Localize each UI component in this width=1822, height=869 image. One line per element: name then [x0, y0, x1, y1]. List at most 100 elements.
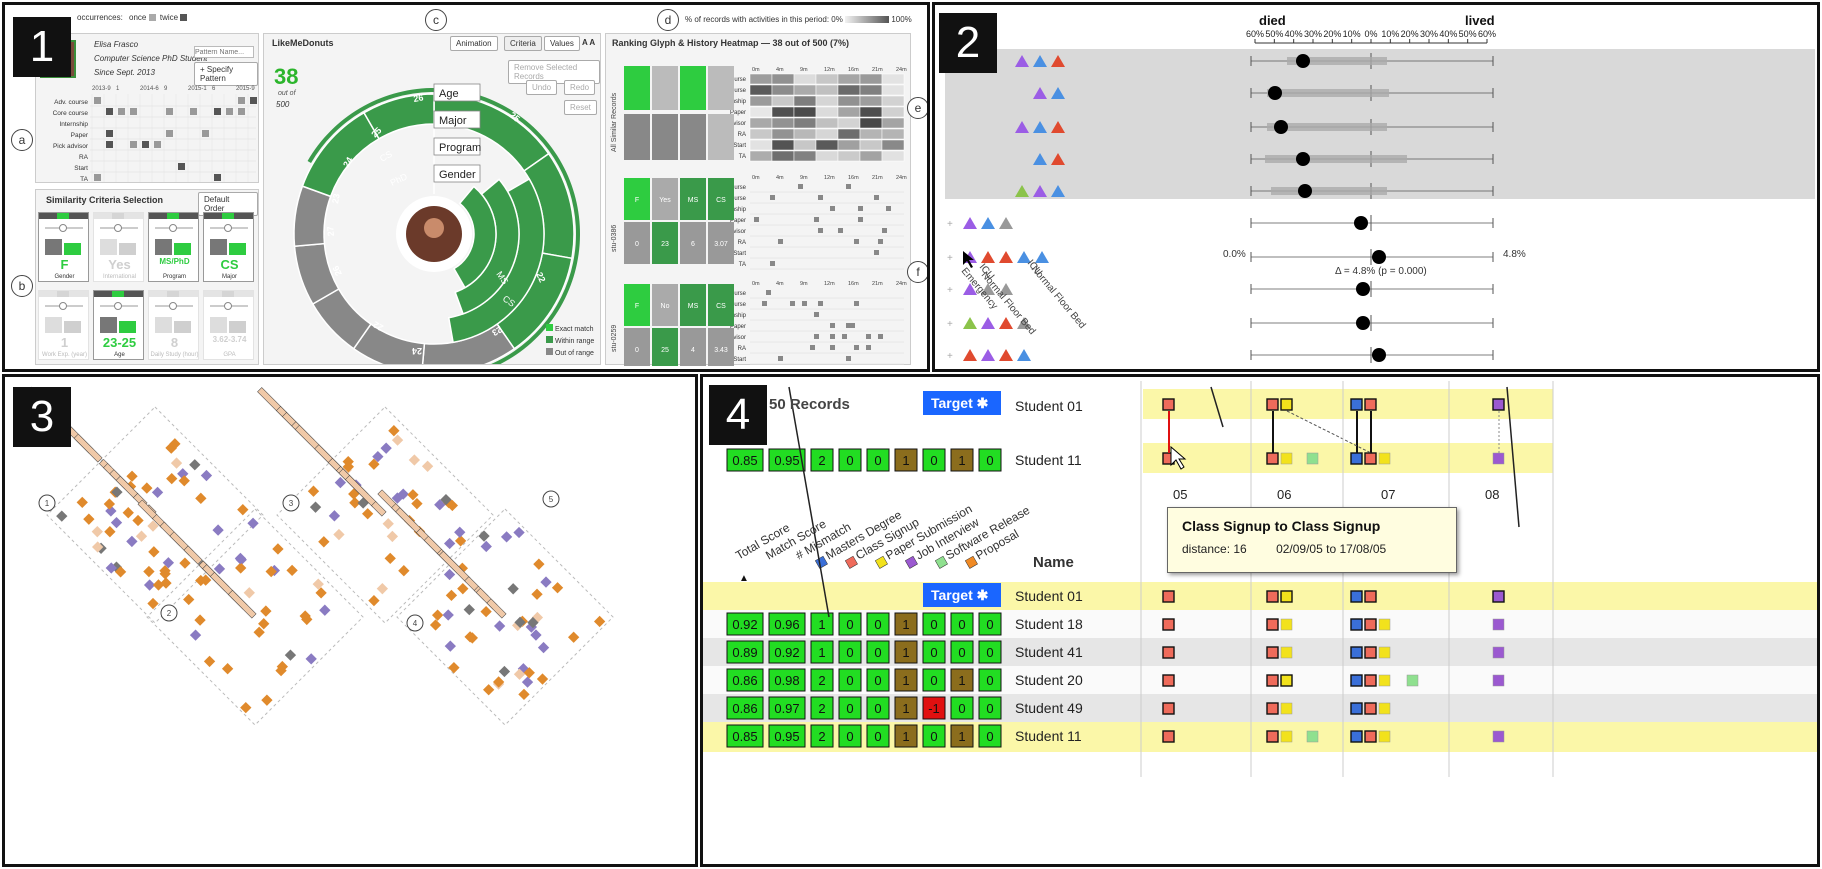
event-glyph[interactable]	[1364, 618, 1377, 631]
add-icon[interactable]: +	[947, 319, 953, 330]
event-glyph[interactable]	[1162, 730, 1175, 743]
estimate-dot[interactable]	[1356, 316, 1370, 330]
event-glyph[interactable]	[1364, 674, 1377, 687]
event-glyph[interactable]	[1350, 618, 1363, 631]
event-glyph[interactable]	[1162, 674, 1175, 687]
event-glyph[interactable]	[1492, 452, 1505, 465]
event-glyph[interactable]	[1350, 702, 1363, 715]
category-triangle[interactable]	[999, 217, 1013, 229]
event-glyph[interactable]	[1364, 452, 1377, 465]
event-glyph[interactable]	[1280, 730, 1293, 743]
estimate-dot[interactable]	[1296, 54, 1310, 68]
event-glyph[interactable]	[1266, 398, 1279, 411]
event-glyph[interactable]	[1306, 452, 1319, 465]
event-glyph[interactable]	[1266, 702, 1279, 715]
event-glyph[interactable]	[1350, 730, 1363, 743]
event-glyph[interactable]	[1350, 590, 1363, 603]
event-glyph[interactable]	[1492, 730, 1505, 743]
category-triangle[interactable]	[999, 317, 1013, 329]
animation-button[interactable]: Animation	[450, 36, 498, 51]
estimate-dot[interactable]	[1298, 184, 1312, 198]
event-glyph[interactable]	[1162, 618, 1175, 631]
event-glyph[interactable]	[1280, 618, 1293, 631]
event-glyph[interactable]	[1266, 618, 1279, 631]
criteria-card[interactable]: Yes International	[93, 212, 144, 282]
event-glyph[interactable]	[1266, 730, 1279, 743]
event-glyph[interactable]	[1364, 646, 1377, 659]
event-glyph[interactable]	[1364, 730, 1377, 743]
criteria-button[interactable]: Criteria	[504, 36, 542, 51]
event-glyph[interactable]	[1378, 730, 1391, 743]
event-glyph[interactable]	[1266, 590, 1279, 603]
event-glyph[interactable]	[1378, 646, 1391, 659]
estimate-dot[interactable]	[1372, 250, 1386, 264]
event-glyph[interactable]	[1378, 702, 1391, 715]
event-glyph[interactable]	[1378, 674, 1391, 687]
add-icon[interactable]: +	[947, 351, 953, 362]
pattern-name-input[interactable]	[194, 46, 254, 58]
event-glyph[interactable]	[1364, 702, 1377, 715]
criteria-card[interactable]: CS Major	[203, 212, 254, 282]
event-glyph[interactable]	[1280, 452, 1293, 465]
event-glyph[interactable]	[1162, 590, 1175, 603]
category-triangle[interactable]	[963, 217, 977, 229]
event-glyph[interactable]	[1280, 702, 1293, 715]
sort-arrow-icon[interactable]: ▲	[739, 573, 749, 584]
event-glyph[interactable]	[1350, 452, 1363, 465]
estimate-dot[interactable]	[1372, 348, 1386, 362]
event-glyph[interactable]	[1162, 702, 1175, 715]
category-triangle[interactable]	[981, 251, 995, 263]
estimate-dot[interactable]	[1268, 86, 1282, 100]
category-triangle[interactable]	[981, 317, 995, 329]
donut-segment[interactable]	[433, 93, 550, 172]
event-glyph[interactable]	[1406, 674, 1419, 687]
criteria-card[interactable]: MS/PhD Program	[148, 212, 199, 282]
event-glyph[interactable]	[1162, 646, 1175, 659]
category-triangle[interactable]	[999, 251, 1013, 263]
event-glyph[interactable]	[1266, 646, 1279, 659]
estimate-dot[interactable]	[1296, 152, 1310, 166]
event-glyph[interactable]	[1266, 452, 1279, 465]
month-label: 05	[1173, 487, 1187, 502]
event-glyph[interactable]	[1350, 398, 1363, 411]
event-glyph[interactable]	[1492, 590, 1505, 603]
event-glyph[interactable]	[1306, 730, 1319, 743]
values-button[interactable]: Values	[544, 36, 580, 51]
event-glyph[interactable]	[1378, 618, 1391, 631]
event-glyph[interactable]	[1492, 646, 1505, 659]
event-glyph[interactable]	[1266, 674, 1279, 687]
event-glyph[interactable]	[1492, 618, 1505, 631]
heat-cell	[837, 73, 861, 85]
event-glyph[interactable]	[1280, 590, 1293, 603]
category-triangle[interactable]	[963, 349, 977, 361]
event-glyph[interactable]	[1378, 452, 1391, 465]
event-glyph[interactable]	[1492, 674, 1505, 687]
event-glyph[interactable]	[1364, 398, 1377, 411]
event-glyph[interactable]	[1492, 398, 1505, 411]
category-triangle[interactable]	[963, 317, 977, 329]
category-triangle[interactable]	[999, 349, 1013, 361]
criteria-card[interactable]: 23-25 Age	[93, 290, 144, 360]
estimate-dot[interactable]	[1274, 120, 1288, 134]
event-glyph[interactable]	[1350, 674, 1363, 687]
event-glyph[interactable]	[1280, 398, 1293, 411]
event-glyph[interactable]	[1162, 398, 1175, 411]
criteria-card[interactable]: 8 Daily Study (hour)	[148, 290, 199, 360]
criteria-card[interactable]: F Gender	[38, 212, 89, 282]
add-icon[interactable]: +	[947, 285, 953, 296]
category-triangle[interactable]	[1017, 349, 1031, 361]
estimate-dot[interactable]	[1354, 216, 1368, 230]
event-glyph[interactable]	[1364, 590, 1377, 603]
event-glyph[interactable]	[1280, 646, 1293, 659]
category-triangle[interactable]	[981, 217, 995, 229]
event-glyph[interactable]	[1280, 674, 1293, 687]
criteria-card[interactable]: 3.62-3.74 GPA	[203, 290, 254, 360]
event-glyph[interactable]	[1350, 646, 1363, 659]
criteria-card[interactable]: 1 Work Exp. (year)	[38, 290, 89, 360]
estimate-dot[interactable]	[1356, 282, 1370, 296]
font-size-buttons[interactable]: A A	[582, 38, 595, 47]
heatmap-pct-legend: % of records with activities in this per…	[685, 15, 912, 24]
category-triangle[interactable]	[981, 349, 995, 361]
add-icon[interactable]: +	[947, 219, 953, 230]
add-icon[interactable]: +	[947, 253, 953, 264]
